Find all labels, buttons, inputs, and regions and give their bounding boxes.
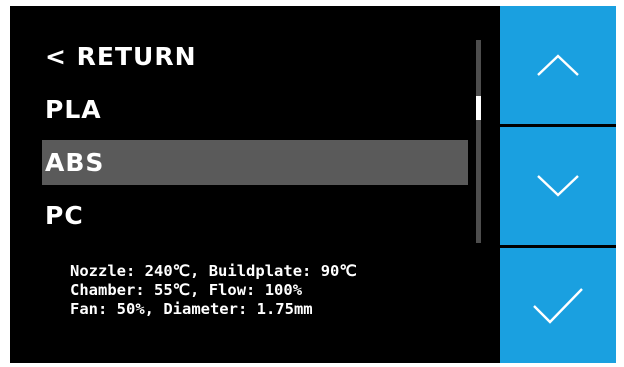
menu-item-label: ABS xyxy=(45,148,105,177)
menu-item-pla[interactable]: PLA xyxy=(42,87,468,132)
menu-item-abs[interactable]: ABS xyxy=(42,140,468,185)
menu-item-label: < RETURN xyxy=(45,42,197,71)
info-line-nozzle-buildplate: Nozzle: 240℃, Buildplate: 90℃ xyxy=(70,262,357,280)
material-menu: < RETURN PLA ABS PC xyxy=(42,34,468,246)
chevron-up-icon xyxy=(537,54,579,76)
menu-item-label: PLA xyxy=(45,95,102,124)
chevron-down-icon xyxy=(537,175,579,197)
scroll-down-button[interactable] xyxy=(500,127,616,245)
menu-item-pc[interactable]: PC xyxy=(42,193,468,238)
scroll-up-button[interactable] xyxy=(500,6,616,124)
checkmark-icon xyxy=(533,287,583,324)
info-line-fan-diameter: Fan: 50%, Diameter: 1.75mm xyxy=(70,300,313,318)
scrollbar-thumb[interactable] xyxy=(476,96,481,120)
confirm-button[interactable] xyxy=(500,248,616,363)
printer-screen: < RETURN PLA ABS PC Nozzle: 240℃, Buildp… xyxy=(10,6,616,363)
menu-item-return[interactable]: < RETURN xyxy=(42,34,468,79)
info-line-chamber-flow: Chamber: 55℃, Flow: 100% xyxy=(70,281,303,299)
menu-item-label: PC xyxy=(45,201,84,230)
material-info-panel: Nozzle: 240℃, Buildplate: 90℃ Chamber: 55… xyxy=(70,262,357,319)
menu-scrollbar[interactable] xyxy=(476,40,481,243)
